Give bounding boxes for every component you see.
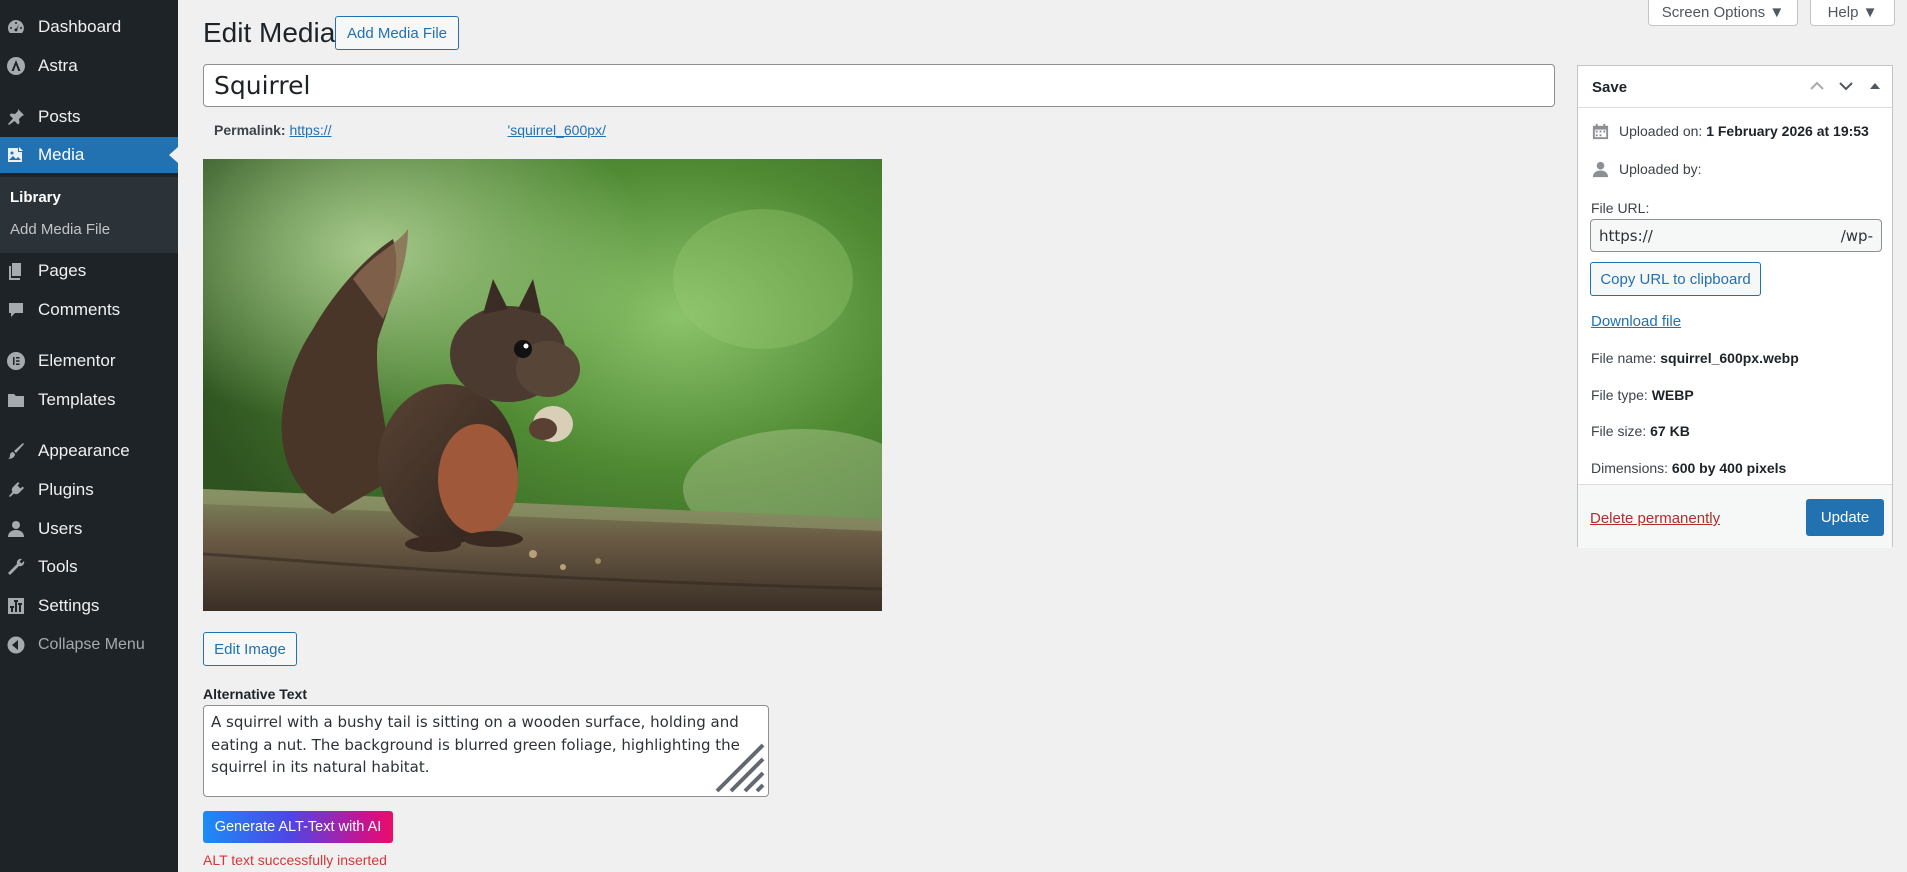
file-url-input[interactable]: https:// /wp- <box>1590 219 1882 252</box>
elementor-icon <box>7 352 25 370</box>
submenu-item-add-media-file[interactable]: Add Media File <box>10 221 110 238</box>
save-box: Save Uploaded on: 1 February 2026 at 19:… <box>1577 65 1893 548</box>
sidebar-item-posts[interactable]: Posts <box>0 99 178 135</box>
sidebar-item-label: Plugins <box>38 480 94 499</box>
sidebar-item-label: Media <box>38 145 85 164</box>
file-name-value: squirrel_600px.webp <box>1660 350 1799 366</box>
calendar-icon <box>1592 123 1609 140</box>
add-media-file-button[interactable]: Add Media File <box>335 16 459 50</box>
alt-text-status: ALT text successfully inserted <box>203 852 387 868</box>
sidebar-item-media[interactable]: Media <box>0 137 178 173</box>
alt-text-textarea[interactable]: A squirrel with a bushy tail is sitting … <box>203 705 769 797</box>
folder-icon <box>8 394 24 407</box>
media-icon <box>8 147 23 162</box>
generate-alt-text-button[interactable]: Generate ALT-Text with AI <box>203 811 393 843</box>
sidebar-item-label: Templates <box>38 390 116 409</box>
file-name-label: File name: <box>1591 350 1657 366</box>
sidebar-item-dashboard[interactable]: Dashboard <box>0 9 178 45</box>
collapse-panel-icon[interactable] <box>1865 76 1885 96</box>
paintbrush-icon <box>8 443 24 459</box>
sidebar-item-label: Elementor <box>38 351 116 370</box>
sidebar-item-plugins[interactable]: Plugins <box>0 472 178 508</box>
file-url-start: https:// <box>1599 226 1653 245</box>
sidebar-item-label: Dashboard <box>38 17 122 36</box>
permalink: Permalink: https:// 'squirrel_600px/ <box>214 122 606 138</box>
alt-text-label: Alternative Text <box>203 686 307 702</box>
save-box-header: Save <box>1578 66 1892 108</box>
file-name: File name: squirrel_600px.webp <box>1591 350 1799 366</box>
sidebar-item-templates[interactable]: Templates <box>0 382 178 418</box>
file-type-label: File type: <box>1591 387 1648 403</box>
sidebar-item-label: Appearance <box>38 441 130 460</box>
screen-options-button[interactable]: Screen Options ▼ <box>1648 0 1798 26</box>
uploaded-by: Uploaded by: <box>1619 161 1702 177</box>
dimensions: Dimensions: 600 by 400 pixels <box>1591 460 1786 476</box>
file-type: File type: WEBP <box>1591 387 1694 403</box>
page-title: Edit Media <box>203 17 336 48</box>
collapse-menu-button[interactable]: Collapse Menu <box>0 627 178 663</box>
squirrel-image <box>203 159 882 611</box>
title-input[interactable]: Squirrel <box>203 64 1555 107</box>
dimensions-value: 600 by 400 pixels <box>1671 460 1787 476</box>
sidebar-item-settings[interactable]: Settings <box>0 588 178 624</box>
sidebar-item-label: Posts <box>38 107 81 126</box>
pushpin-icon <box>8 109 24 125</box>
file-size-value: 67 KB <box>1650 423 1690 439</box>
wrench-icon <box>8 558 25 575</box>
save-box-footer: Delete permanently Update <box>1578 484 1892 548</box>
permalink-link[interactable]: https:// 'squirrel_600px/ <box>289 122 605 138</box>
delete-permanently-link[interactable]: Delete permanently <box>1590 510 1720 527</box>
permalink-label: Permalink: <box>214 122 286 138</box>
media-submenu: Library Add Media File <box>0 177 178 253</box>
resize-grip-icon[interactable] <box>713 741 765 793</box>
admin-sidebar: Dashboard Astra Posts Media Library Add … <box>0 0 178 872</box>
sidebar-item-label: Settings <box>38 596 100 615</box>
uploaded-by-label: Uploaded by: <box>1619 161 1702 177</box>
sidebar-item-elementor[interactable]: Elementor <box>0 343 178 379</box>
sidebar-item-comments[interactable]: Comments <box>0 292 178 328</box>
file-url-label: File URL: <box>1591 200 1650 216</box>
pages-icon <box>9 263 21 280</box>
save-box-title: Save <box>1592 79 1628 96</box>
download-file-link[interactable]: Download file <box>1591 313 1681 330</box>
move-up-icon[interactable] <box>1807 76 1827 96</box>
move-down-icon[interactable] <box>1836 76 1856 96</box>
file-size: File size: 67 KB <box>1591 423 1690 439</box>
alt-text-value: A squirrel with a bushy tail is sitting … <box>211 713 740 776</box>
update-button[interactable]: Update <box>1806 499 1884 536</box>
file-size-label: File size: <box>1591 423 1647 439</box>
sidebar-item-label: Comments <box>38 300 121 319</box>
user-icon <box>8 521 24 537</box>
uploaded-on-label: Uploaded on: <box>1619 123 1703 139</box>
sidebar-item-appearance[interactable]: Appearance <box>0 433 178 469</box>
media-image <box>203 159 882 611</box>
edit-image-button[interactable]: Edit Image <box>203 632 297 666</box>
submenu-item-library[interactable]: Library <box>10 189 61 206</box>
astra-icon <box>7 57 25 75</box>
sidebar-item-label: Pages <box>38 261 87 280</box>
settings-icon <box>8 598 24 614</box>
comment-icon <box>9 303 23 317</box>
sidebar-item-tools[interactable]: Tools <box>0 549 178 585</box>
sidebar-item-label: Tools <box>38 557 78 576</box>
permalink-link-start: https:// <box>289 122 332 138</box>
dimensions-label: Dimensions: <box>1591 460 1669 476</box>
plugin-icon <box>9 482 24 497</box>
uploaded-on: Uploaded on: 1 February 2026 at 19:53 <box>1619 123 1869 139</box>
copy-url-button[interactable]: Copy URL to clipboard <box>1590 262 1761 296</box>
sidebar-item-label: Users <box>38 519 83 538</box>
user-icon <box>1592 161 1609 178</box>
sidebar-item-astra[interactable]: Astra <box>0 48 178 84</box>
sidebar-item-users[interactable]: Users <box>0 511 178 547</box>
uploaded-on-value: 1 February 2026 at 19:53 <box>1706 123 1869 139</box>
permalink-link-end: 'squirrel_600px/ <box>507 122 606 138</box>
dashboard-icon <box>8 20 24 33</box>
file-url-end: /wp- <box>1840 226 1873 245</box>
sidebar-item-label: Astra <box>38 56 78 75</box>
collapse-icon <box>7 636 25 654</box>
file-type-value: WEBP <box>1651 387 1694 403</box>
sidebar-item-label: Collapse Menu <box>38 636 145 653</box>
help-button[interactable]: Help ▼ <box>1810 0 1895 26</box>
sidebar-item-pages[interactable]: Pages <box>0 253 178 289</box>
